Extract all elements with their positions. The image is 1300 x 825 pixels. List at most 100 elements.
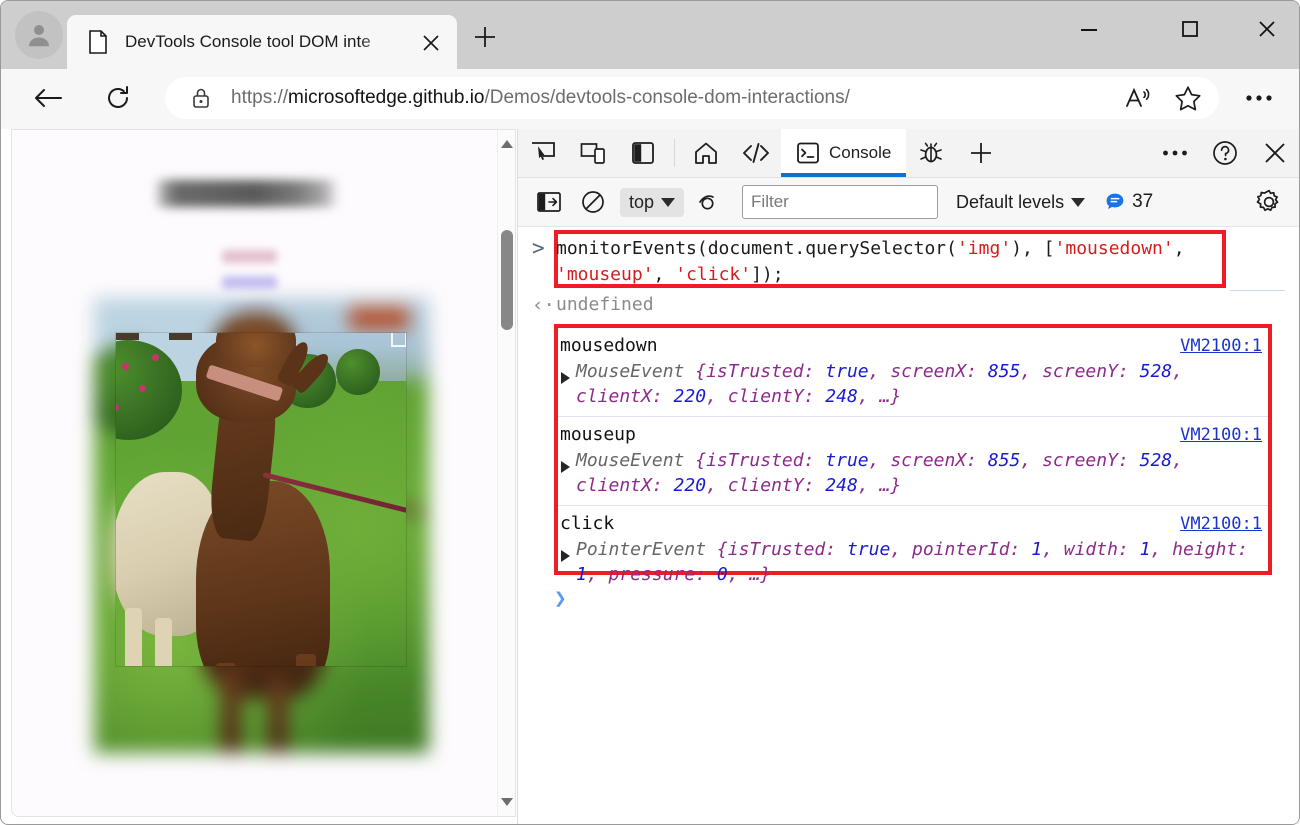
help-icon xyxy=(1212,140,1238,166)
devtools-help-button[interactable] xyxy=(1200,140,1250,166)
object-property-value: 855 xyxy=(988,361,1021,382)
url-scheme: https:// xyxy=(231,87,288,108)
caret-down-icon xyxy=(500,797,514,807)
elements-tab-button[interactable] xyxy=(731,129,781,177)
back-button[interactable] xyxy=(25,75,71,121)
object-ellipsis: … xyxy=(749,564,760,585)
tab-console-label: Console xyxy=(829,143,891,163)
plus-icon xyxy=(472,24,498,50)
address-bar-url: https://microsoftedge.github.io/Demos/de… xyxy=(231,87,850,109)
dock-side-icon xyxy=(631,141,655,165)
add-tool-button[interactable] xyxy=(956,129,1006,177)
event-source-link[interactable]: VM2100:1 xyxy=(1180,512,1262,536)
console-sidebar-button[interactable] xyxy=(528,185,570,219)
browser-tab[interactable]: DevTools Console tool DOM inte xyxy=(67,15,457,69)
photo-sharp-region xyxy=(115,332,407,667)
device-emulation-icon xyxy=(580,141,606,165)
inspect-element-icon xyxy=(530,141,556,165)
tab-title: DevTools Console tool DOM inte xyxy=(125,32,397,52)
console-input-prompt[interactable]: ❯ xyxy=(554,586,567,610)
info-message-icon xyxy=(1105,192,1125,212)
clear-console-button[interactable] xyxy=(572,185,614,219)
reload-button[interactable] xyxy=(95,75,141,121)
blurred-text-line xyxy=(222,250,277,263)
inspect-element-button[interactable] xyxy=(518,129,568,177)
object-separator: , xyxy=(1020,450,1042,471)
code-string-literal: 'img' xyxy=(957,238,1011,259)
profile-avatar[interactable] xyxy=(15,11,63,59)
device-emulation-button[interactable] xyxy=(568,129,618,177)
scrollbar-thumb[interactable] xyxy=(501,230,513,330)
maximize-button[interactable] xyxy=(1167,9,1213,49)
read-aloud-icon[interactable] xyxy=(1121,81,1155,115)
object-property-key: isTrusted: xyxy=(706,361,825,382)
scroll-down-button[interactable] xyxy=(498,792,516,812)
object-property-value: 528 xyxy=(1140,361,1173,382)
issues-tab-button[interactable] xyxy=(906,129,956,177)
clear-console-icon xyxy=(581,190,605,214)
devtools-tabbar-right xyxy=(1137,129,1300,177)
code-string-literal: 'mousedown' xyxy=(1055,238,1174,259)
console-settings-button[interactable] xyxy=(1248,185,1290,219)
filter-input[interactable]: Filter xyxy=(742,185,938,219)
object-property-key: screenX: xyxy=(890,361,988,382)
console-return-row: ‹· undefined xyxy=(532,294,654,316)
tab-close-button[interactable] xyxy=(417,29,445,57)
event-source-link[interactable]: VM2100:1 xyxy=(1180,334,1262,358)
tab-console[interactable]: Console xyxy=(781,129,906,177)
object-property-value: 1 xyxy=(576,564,587,585)
console-event-row[interactable]: mousedownVM2100:1MouseEvent {isTrusted: … xyxy=(558,328,1268,417)
browser-more-button[interactable] xyxy=(1239,79,1279,117)
object-separator: , xyxy=(858,386,880,407)
message-count[interactable]: 37 xyxy=(1105,191,1153,213)
live-expression-icon xyxy=(698,192,724,212)
event-class-name: PointerEvent xyxy=(576,539,717,560)
object-brace: { xyxy=(695,450,706,471)
star-icon[interactable] xyxy=(1171,81,1205,115)
live-expression-button[interactable] xyxy=(690,185,732,219)
object-property-value: 1 xyxy=(1031,539,1042,560)
console-icon xyxy=(796,141,820,165)
devtools-more-button[interactable] xyxy=(1150,149,1200,157)
event-object-preview[interactable]: MouseEvent {isTrusted: true, screenX: 85… xyxy=(576,448,1258,498)
object-brace: } xyxy=(890,475,901,496)
event-source-link[interactable]: VM2100:1 xyxy=(1180,423,1262,447)
log-levels-label: Default levels xyxy=(956,192,1064,213)
tab-strip: DevTools Console tool DOM inte xyxy=(1,1,1300,69)
alpaca-photo[interactable] xyxy=(94,298,429,753)
console-event-row[interactable]: mouseupVM2100:1MouseEvent {isTrusted: tr… xyxy=(558,417,1268,506)
execution-context-selector[interactable]: top xyxy=(620,188,684,217)
object-property-key: screenY: xyxy=(1042,361,1140,382)
address-bar[interactable]: https://microsoftedge.github.io/Demos/de… xyxy=(165,77,1219,119)
object-separator: , xyxy=(1042,539,1064,560)
object-separator: , xyxy=(869,450,891,471)
object-separator: , xyxy=(1150,539,1172,560)
object-property-key: pressure: xyxy=(609,564,717,585)
window-close-button[interactable] xyxy=(1244,9,1290,49)
page-viewport xyxy=(11,129,516,817)
event-object-preview[interactable]: MouseEvent {isTrusted: true, screenX: 85… xyxy=(576,359,1258,409)
page-scrollbar[interactable] xyxy=(497,130,515,817)
object-property-key: pointerId: xyxy=(912,539,1031,560)
chevron-down-icon xyxy=(661,198,675,207)
minimize-button[interactable] xyxy=(1066,9,1112,49)
welcome-tab-button[interactable] xyxy=(681,129,731,177)
devtools-close-button[interactable] xyxy=(1250,141,1300,165)
filter-placeholder: Filter xyxy=(751,192,789,212)
object-property-key: height: xyxy=(1172,539,1248,560)
console-event-row[interactable]: clickVM2100:1PointerEvent {isTrusted: tr… xyxy=(558,506,1268,594)
expand-triangle-icon[interactable] xyxy=(561,461,570,473)
expand-triangle-icon[interactable] xyxy=(561,372,570,384)
scroll-up-button[interactable] xyxy=(498,134,516,154)
log-levels-selector[interactable]: Default levels xyxy=(956,192,1085,213)
expand-triangle-icon[interactable] xyxy=(561,550,570,562)
dock-side-button[interactable] xyxy=(618,129,668,177)
ellipsis-icon xyxy=(1245,94,1273,102)
reload-icon xyxy=(105,85,131,111)
object-property-value: true xyxy=(847,539,890,560)
new-tab-button[interactable] xyxy=(467,19,503,55)
object-property-key: clientX: xyxy=(576,475,674,496)
elements-icon xyxy=(742,141,770,165)
object-brace: } xyxy=(760,564,771,585)
event-object-preview[interactable]: PointerEvent {isTrusted: true, pointerId… xyxy=(576,537,1258,587)
